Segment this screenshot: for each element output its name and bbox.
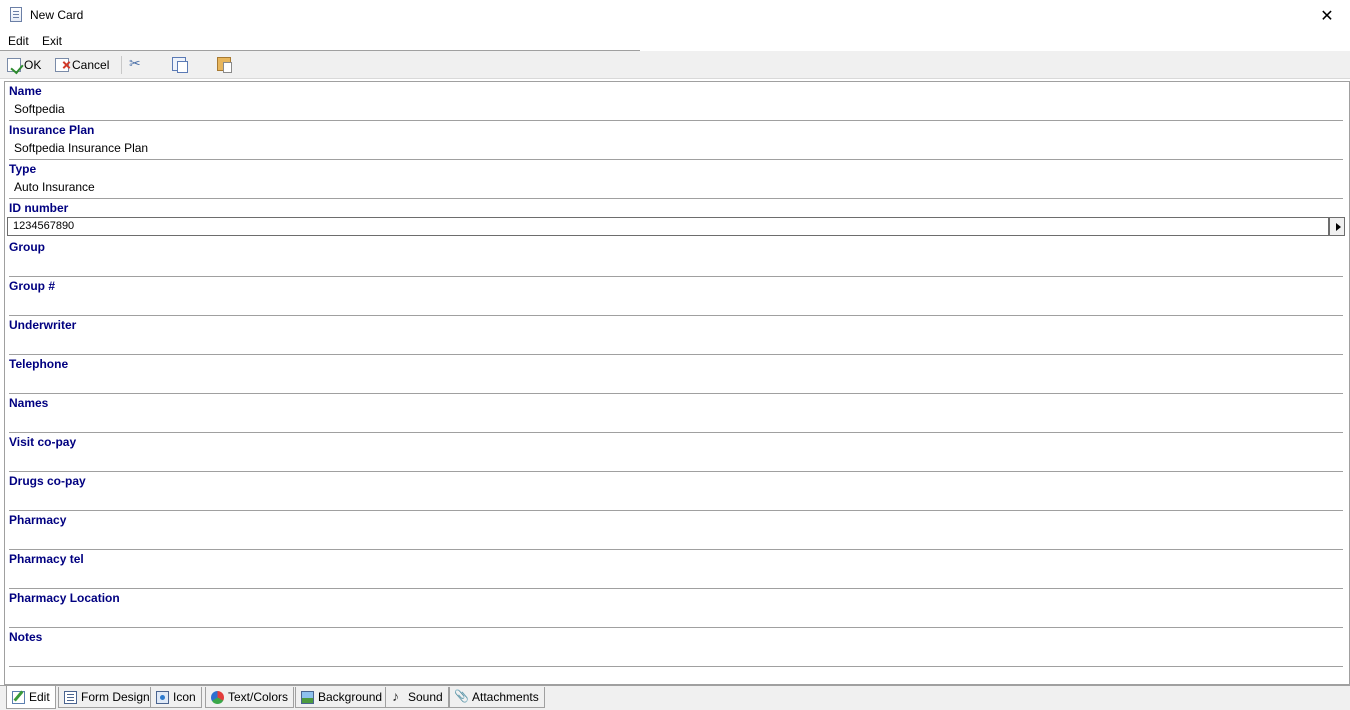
field-group[interactable]: Group	[9, 238, 1343, 277]
id-number-input[interactable]: 1234567890	[7, 217, 1329, 236]
field-label: Drugs co-pay	[9, 474, 86, 488]
menu-bar: Edit Exit	[0, 31, 640, 51]
ok-icon	[7, 58, 21, 72]
field-names[interactable]: Names	[9, 394, 1343, 433]
tab-label: Form Design	[81, 690, 150, 704]
toolbar-separator	[121, 56, 122, 74]
tab-form-design[interactable]: Form Design	[58, 687, 156, 708]
field-type[interactable]: Type Auto Insurance	[9, 160, 1343, 199]
field-label: Name	[9, 84, 42, 98]
tab-background[interactable]: Background	[295, 687, 389, 708]
field-label: Pharmacy	[9, 513, 67, 527]
sound-icon	[391, 688, 404, 704]
window-title: New Card	[30, 8, 84, 22]
field-label: Underwriter	[9, 318, 77, 332]
field-label: Visit co-pay	[9, 435, 77, 449]
tab-label: Icon	[173, 690, 196, 704]
field-underwriter[interactable]: Underwriter	[9, 316, 1343, 355]
field-label: Pharmacy tel	[9, 552, 84, 566]
tab-edit[interactable]: Edit	[6, 686, 56, 709]
field-id-number[interactable]: ID number 1234567890	[7, 199, 1345, 238]
field-label: Type	[9, 162, 37, 176]
toolbar: OK Cancel	[0, 51, 1350, 79]
tab-text-colors[interactable]: Text/Colors	[205, 687, 295, 708]
cancel-button[interactable]: Cancel	[55, 56, 109, 74]
icon-icon	[156, 690, 169, 704]
field-value[interactable]: Auto Insurance	[14, 180, 95, 194]
card-form: Name Softpedia Insurance Plan Softpedia …	[4, 81, 1350, 685]
field-drugs-copay[interactable]: Drugs co-pay	[9, 472, 1343, 511]
tab-label: Text/Colors	[228, 690, 289, 704]
field-group-number[interactable]: Group #	[9, 277, 1343, 316]
field-value[interactable]: Softpedia Insurance Plan	[14, 141, 148, 155]
field-pharmacy-tel[interactable]: Pharmacy tel	[9, 550, 1343, 589]
tab-attachments[interactable]: Attachments	[449, 687, 545, 708]
field-label: Telephone	[9, 357, 69, 371]
paste-icon[interactable]	[216, 57, 232, 73]
tab-label: Edit	[29, 690, 50, 704]
field-label: Pharmacy Location	[9, 591, 120, 605]
edit-icon	[12, 690, 25, 704]
field-value[interactable]: Softpedia	[14, 102, 65, 116]
field-notes[interactable]: Notes	[9, 628, 1343, 667]
background-icon	[301, 690, 314, 704]
field-label: Names	[9, 396, 49, 410]
field-label: Group	[9, 240, 45, 254]
id-number-input-value: 1234567890	[13, 220, 75, 232]
form-design-icon	[64, 690, 77, 704]
cancel-icon	[55, 58, 69, 72]
field-visit-copay[interactable]: Visit co-pay	[9, 433, 1343, 472]
field-label: Insurance Plan	[9, 123, 95, 137]
bottom-tab-bar: Edit Form Design Icon Text/Colors Backgr…	[0, 685, 1350, 710]
close-button[interactable]: ✕	[1304, 0, 1350, 31]
field-label: ID number	[9, 201, 69, 215]
field-label: Notes	[9, 630, 43, 644]
tab-label: Attachments	[472, 690, 539, 704]
field-label: Group #	[9, 279, 56, 293]
field-pharmacy-location[interactable]: Pharmacy Location	[9, 589, 1343, 628]
menu-edit[interactable]: Edit	[8, 34, 29, 48]
field-insurance-plan[interactable]: Insurance Plan Softpedia Insurance Plan	[9, 121, 1343, 160]
field-telephone[interactable]: Telephone	[9, 355, 1343, 394]
colors-icon	[211, 690, 224, 704]
tab-label: Background	[318, 690, 383, 704]
tab-icon[interactable]: Icon	[150, 687, 202, 708]
field-name[interactable]: Name Softpedia	[9, 82, 1343, 121]
ok-button[interactable]: OK	[7, 56, 41, 74]
copy-icon[interactable]	[172, 57, 189, 73]
menu-exit[interactable]: Exit	[42, 34, 62, 48]
cut-icon[interactable]	[129, 55, 143, 72]
tab-label: Sound	[408, 690, 443, 704]
arrow-right-icon[interactable]	[1329, 217, 1345, 236]
tab-sound[interactable]: Sound	[385, 687, 449, 708]
ok-button-label: OK	[24, 58, 42, 72]
field-pharmacy[interactable]: Pharmacy	[9, 511, 1343, 550]
attachments-icon	[454, 689, 469, 704]
card-app-icon	[10, 7, 22, 22]
title-bar: New Card ✕	[0, 0, 1350, 31]
cancel-button-label: Cancel	[72, 58, 110, 72]
